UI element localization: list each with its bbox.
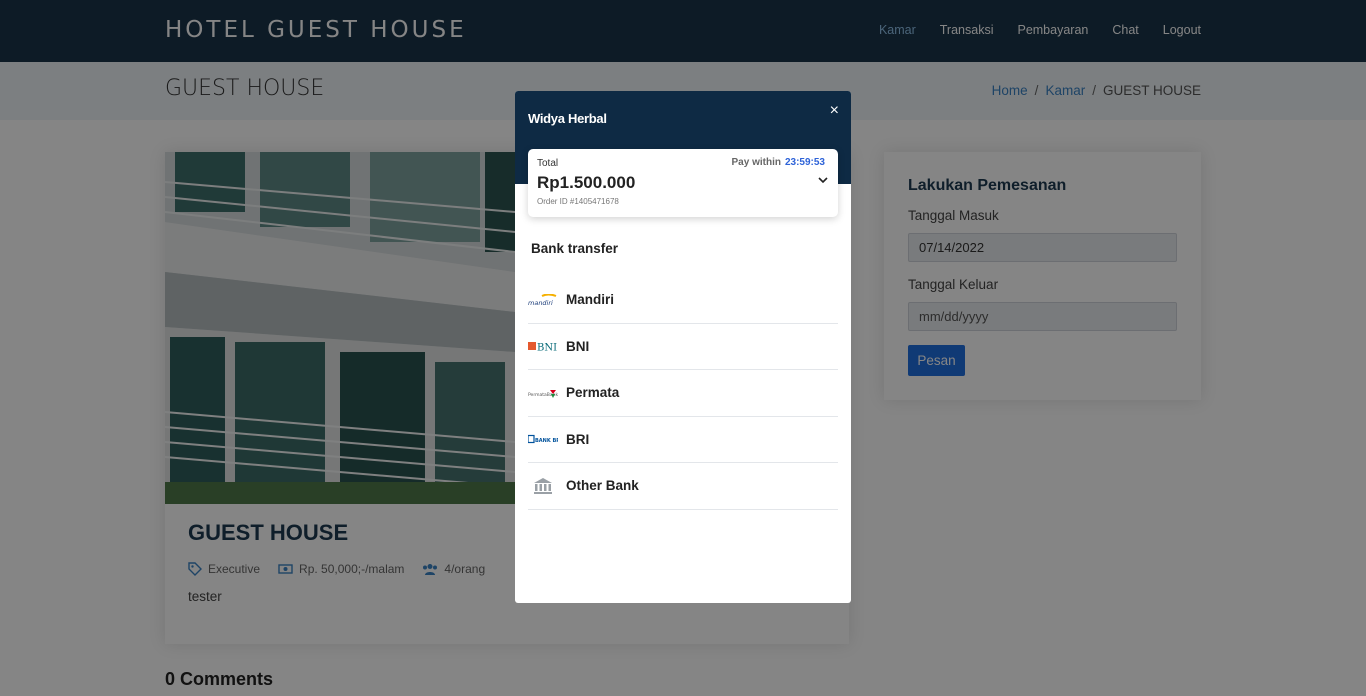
bank-building-icon <box>528 477 558 494</box>
bank-name: Permata <box>566 385 620 401</box>
pay-within-label: Pay within <box>731 157 781 168</box>
total-amount: Rp1.500.000 <box>537 173 636 192</box>
bank-name: BRI <box>566 431 590 447</box>
bni-logo: BNI <box>528 339 558 353</box>
bank-name: Mandiri <box>566 292 615 308</box>
bank-option-other[interactable]: Other Bank <box>528 463 838 510</box>
bank-option-mandiri[interactable]: mandiri Mandiri <box>528 277 838 324</box>
bank-option-permata[interactable]: PermataBank Permata <box>528 370 838 417</box>
bank-name: BNI <box>566 338 590 354</box>
permata-logo: PermataBank <box>528 386 558 400</box>
svg-text:mandiri: mandiri <box>528 299 553 306</box>
bank-list: mandiri Mandiri BNI BNI PermataBank Perm… <box>528 277 838 510</box>
order-summary-card[interactable]: Total Pay within 23:59:53 Rp1.500.000 Ord… <box>528 149 838 217</box>
pay-within: Pay within 23:59:53 <box>732 157 825 168</box>
merchant-name: Widya Herbal <box>528 111 607 126</box>
bank-name: Other Bank <box>566 478 639 494</box>
svg-text:BNI: BNI <box>537 343 557 353</box>
close-icon[interactable]: × <box>830 103 839 119</box>
bank-option-bri[interactable]: BANK BRI BRI <box>528 417 838 463</box>
countdown-timer: 23:59:53 <box>784 157 825 168</box>
bank-transfer-title: Bank transfer <box>531 241 619 256</box>
order-id: Order ID #1405471678 <box>537 197 619 206</box>
mandiri-logo: mandiri <box>528 293 558 307</box>
chevron-down-icon[interactable] <box>818 176 828 187</box>
svg-text:BANK BRI: BANK BRI <box>535 438 558 444</box>
bank-option-bni[interactable]: BNI BNI <box>528 324 838 370</box>
total-label: Total <box>537 158 559 169</box>
payment-modal: Widya Herbal × Total Pay within 23:59:53 … <box>515 91 851 603</box>
bri-logo: BANK BRI <box>528 432 558 446</box>
